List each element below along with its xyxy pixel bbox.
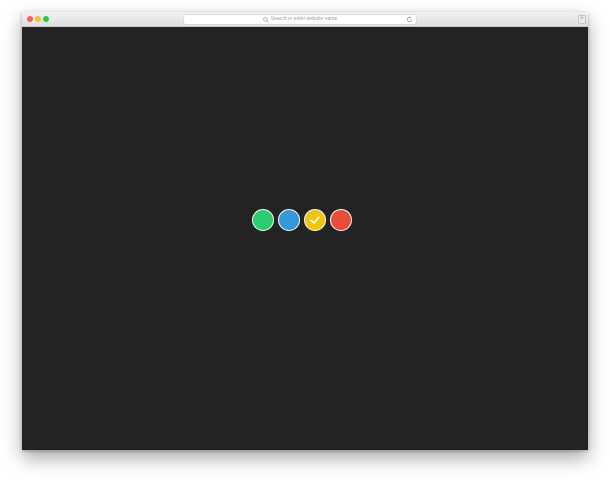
search-icon xyxy=(262,16,269,23)
minimize-window-button[interactable] xyxy=(35,16,41,22)
browser-toolbar: Search or enter website name + xyxy=(22,12,588,27)
address-bar-content: Search or enter website name xyxy=(184,15,416,24)
color-option-red[interactable] xyxy=(330,209,352,231)
close-window-button[interactable] xyxy=(27,16,33,22)
address-bar[interactable]: Search or enter website name xyxy=(184,15,416,24)
checkmark-icon xyxy=(310,216,320,224)
color-option-yellow[interactable] xyxy=(304,209,326,231)
zoom-window-button[interactable] xyxy=(43,16,49,22)
browser-window: Search or enter website name + xyxy=(22,12,588,450)
color-option-green[interactable] xyxy=(252,209,274,231)
address-placeholder: Search or enter website name xyxy=(270,16,338,22)
plus-icon[interactable]: + xyxy=(578,15,586,24)
color-option-blue[interactable] xyxy=(278,209,300,231)
color-picker xyxy=(252,209,352,231)
reload-icon[interactable] xyxy=(406,16,413,23)
